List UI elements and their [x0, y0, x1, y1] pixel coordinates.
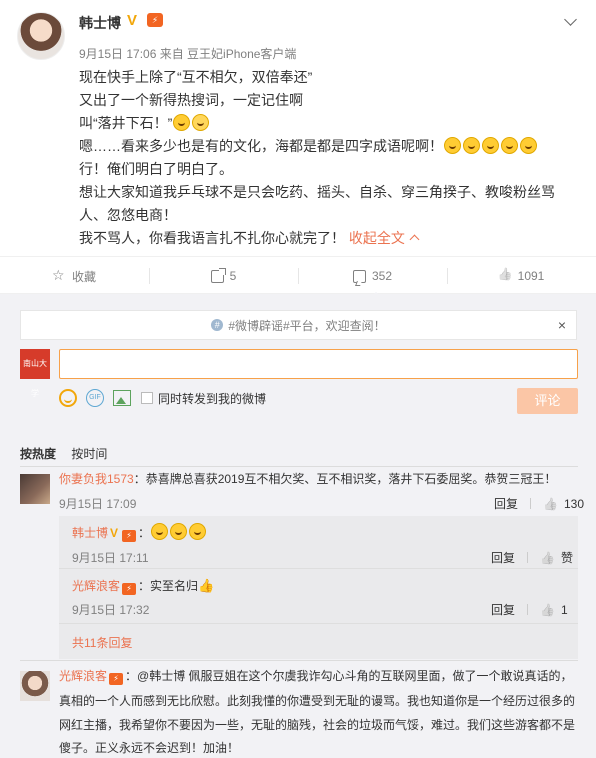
forward-button[interactable]: 5: [149, 257, 298, 295]
hashtag-icon: #: [211, 319, 224, 331]
laugh-cry-emoji-icon: [151, 523, 169, 540]
chevron-down-icon[interactable]: [562, 12, 580, 30]
emoji-icon[interactable]: [59, 389, 77, 407]
weibo-post: 韩士博 V ⚡ 9月15日 17:06 来自 豆王妃iPhone客户端 现在快手…: [0, 0, 596, 256]
share-label: 同时转发到我的微博: [158, 391, 267, 406]
comment-text-line: 真相的一个人而感到无比欣慰。此刻我懂的你遭受到无耻的谩骂。我也知道你是一个经历过…: [59, 694, 576, 708]
thumbs-up-emoji-icon: 👍: [198, 578, 215, 593]
like-count: 130: [563, 497, 584, 511]
comment-time: 9月15日 17:09: [59, 497, 137, 511]
pray-emoji-icon: [482, 137, 499, 154]
reply-link[interactable]: 回复: [491, 603, 515, 617]
thumbs-up-icon[interactable]: 👍: [540, 603, 555, 617]
post-line: 人、忽悠电商！: [79, 207, 177, 223]
pray-emoji-icon: [520, 137, 537, 154]
member-level-icon: ⚡: [147, 13, 163, 27]
comment-section: # #微博辟谣#平台，欢迎查阅！ × 南山大学 GIF 同时转发到我的微博 评论…: [0, 294, 596, 758]
favorite-button[interactable]: 收藏: [0, 257, 149, 295]
comment-actions: 回复 👍 130: [494, 495, 584, 512]
member-level-icon: ⚡: [122, 530, 137, 542]
comment-text-line: 傻子。正义永远不会迟到！加油！: [59, 741, 240, 755]
post-content: 现在快手上除了“互不相欠，双倍奉还” 又出了一个新得热搜词，一定记住啊 叫“落井…: [79, 66, 559, 250]
scared-emoji-icon: [192, 114, 210, 131]
close-icon[interactable]: ×: [558, 317, 566, 333]
like-button[interactable]: 1091: [447, 257, 596, 295]
reply-time: 9月15日 17:32: [72, 603, 150, 617]
action-bar: 收藏 5 352 1091: [0, 256, 596, 298]
forward-icon: [210, 267, 226, 283]
share-checkbox[interactable]: [141, 392, 153, 404]
post-line: 行！俺们明白了明白了。: [79, 161, 233, 177]
sort-options: 按热度 按时间: [20, 445, 119, 462]
like-count: 1091: [517, 269, 545, 283]
comment-text-line: 网红主播，我希望你不要因为一些，无耻的脑残，社会的垃圾而气馁，难过。我们这些游客…: [59, 718, 576, 732]
author-avatar[interactable]: [17, 12, 65, 60]
post-line: 现在快手上除了“互不相欠，双倍奉还”: [79, 69, 313, 85]
verified-icon: V: [127, 12, 138, 29]
post-line: 我不骂人，你看我语言扎不扎你心就完了！ 收起全文: [79, 227, 559, 250]
author-name[interactable]: 韩士博: [79, 13, 121, 33]
commenter-avatar[interactable]: [20, 671, 50, 701]
post-line: 又出了一个新得热搜词，一定记住啊: [79, 92, 303, 108]
commenter-avatar[interactable]: [20, 474, 50, 504]
laugh-cry-emoji-icon: [170, 523, 188, 540]
rumor-notice: # #微博辟谣#平台，欢迎查阅！ ×: [20, 310, 577, 340]
commenter-name[interactable]: 你妻负我1573: [59, 472, 134, 486]
reply-actions: 回复 👍 1: [491, 601, 568, 618]
post-line: 嗯……看来多少也是有的文化，海都是都是四字成语呢啊！: [79, 135, 559, 158]
divider: [20, 466, 578, 467]
submit-comment-button[interactable]: 评论: [517, 388, 578, 414]
divider: [59, 623, 578, 624]
reply-author[interactable]: 韩士博: [72, 526, 108, 540]
reply-time: 9月15日 17:11: [72, 551, 149, 565]
pray-emoji-icon: [463, 137, 480, 154]
commenter-name[interactable]: 光辉浪客: [59, 669, 107, 683]
pray-emoji-icon: [444, 137, 461, 154]
chevron-up-icon[interactable]: [409, 234, 420, 245]
pray-emoji-icon: [501, 137, 518, 154]
sort-by-hot[interactable]: 按热度: [20, 447, 56, 461]
comment-text: 光辉浪客 ⚡ ：@韩士博 佩服豆姐在这个尔虞我诈勾心斗角的互联网里面，做了一个敢说真…: [59, 669, 573, 685]
star-icon: [52, 267, 66, 284]
post-meta: 9月15日 17:06 来自 豆王妃iPhone客户端: [79, 47, 297, 61]
favorite-label: 收藏: [71, 269, 96, 284]
post-line: 叫“落井下石！”: [79, 112, 559, 135]
comment-input[interactable]: [59, 349, 578, 379]
sort-by-time[interactable]: 按时间: [71, 447, 107, 461]
comment-count: 352: [371, 269, 393, 283]
post-line: 想让大家知道我乒乓球不是只会吃药、摇头、自杀、穿三角揆子、教唆粉丝骂: [79, 184, 555, 200]
comment-icon: [352, 269, 366, 283]
reply-text: 光辉浪客 ⚡ ：实至名归👍: [72, 575, 214, 597]
thumbs-up-icon[interactable]: 👍: [540, 551, 555, 565]
thumbs-up-icon[interactable]: 👍: [543, 497, 558, 511]
reply-link[interactable]: 回复: [494, 497, 518, 511]
thumbs-up-icon: [499, 270, 512, 283]
image-icon[interactable]: [113, 390, 131, 406]
collapse-link[interactable]: 收起全文: [349, 230, 405, 246]
reply-link[interactable]: 回复: [491, 551, 515, 565]
comment-tools: GIF 同时转发到我的微博: [59, 388, 266, 408]
verified-icon: V: [110, 526, 119, 540]
like-count: 1: [560, 603, 568, 617]
divider: [20, 660, 578, 661]
reply-text: 韩士博 V ⚡：: [72, 522, 207, 544]
my-avatar[interactable]: 南山大学: [20, 349, 50, 398]
laugh-cry-emoji-icon: [189, 523, 207, 540]
gif-icon[interactable]: GIF: [86, 389, 104, 407]
member-level-icon: ⚡: [109, 673, 124, 685]
comment-button[interactable]: 352: [298, 257, 447, 295]
reply-author[interactable]: 光辉浪客: [72, 579, 120, 593]
forward-count: 5: [229, 269, 237, 283]
like-label: 赞: [560, 551, 573, 565]
member-level-icon: ⚡: [122, 583, 137, 595]
comment-text: 你妻负我1573：恭喜牌总喜获2019互不相欠奖、互不相识奖，落井下石委屈奖。恭…: [59, 472, 557, 486]
notice-text[interactable]: #微博辟谣#平台，欢迎查阅！: [228, 317, 385, 334]
reply-actions: 回复 👍 赞: [491, 549, 573, 566]
laugh-cry-emoji-icon: [173, 114, 191, 131]
more-replies-link[interactable]: 共11条回复: [72, 634, 132, 651]
divider: [59, 568, 578, 569]
